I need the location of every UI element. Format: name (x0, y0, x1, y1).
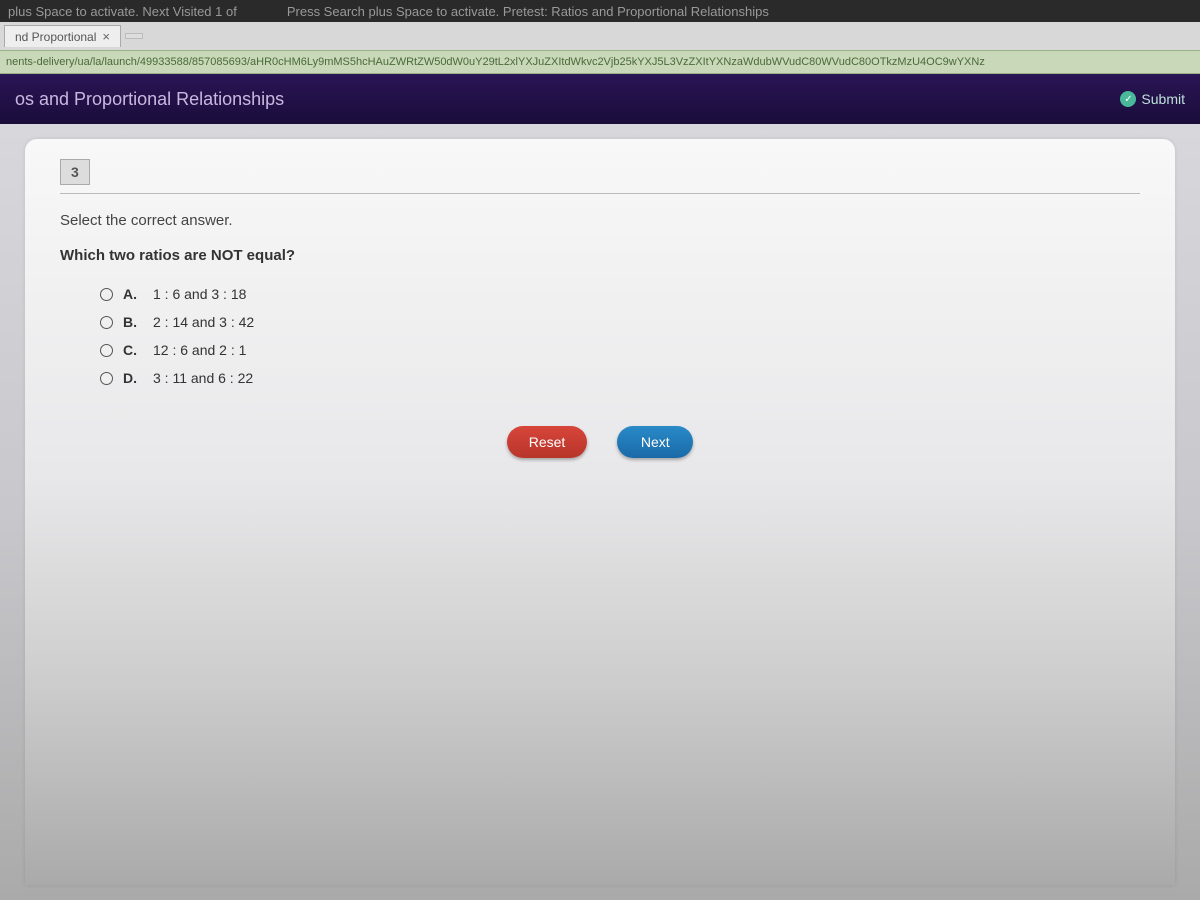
option-a[interactable]: A. 1 : 6 and 3 : 18 (100, 286, 1140, 302)
option-c[interactable]: C. 12 : 6 and 2 : 1 (100, 342, 1140, 358)
reset-button[interactable]: Reset (507, 426, 588, 458)
option-text: 3 : 11 and 6 : 22 (153, 370, 253, 386)
assessment-header: os and Proportional Relationships Submit (0, 74, 1200, 124)
option-d[interactable]: D. 3 : 11 and 6 : 22 (100, 370, 1140, 386)
option-letter: D. (123, 370, 139, 386)
question-instruction: Select the correct answer. (60, 212, 1140, 229)
url-bar[interactable]: nents-delivery/ua/la/launch/49933588/857… (0, 50, 1200, 74)
question-card: 3 Select the correct answer. Which two r… (25, 139, 1175, 885)
radio-icon[interactable] (100, 344, 113, 357)
option-letter: C. (123, 342, 139, 358)
accessibility-text-right: Press Search plus Space to activate. Pre… (287, 4, 769, 19)
option-letter: B. (123, 314, 139, 330)
submit-label: Submit (1141, 91, 1185, 107)
new-tab-button[interactable] (125, 33, 143, 39)
submit-button[interactable]: Submit (1120, 91, 1185, 107)
option-text: 1 : 6 and 3 : 18 (153, 286, 246, 302)
radio-icon[interactable] (100, 316, 113, 329)
option-letter: A. (123, 286, 139, 302)
option-text: 12 : 6 and 2 : 1 (153, 342, 246, 358)
question-number: 3 (60, 159, 90, 185)
radio-icon[interactable] (100, 372, 113, 385)
options-group: A. 1 : 6 and 3 : 18 B. 2 : 14 and 3 : 42… (100, 286, 1140, 386)
next-button[interactable]: Next (617, 426, 693, 458)
close-icon[interactable]: × (102, 29, 110, 44)
action-buttons: Reset Next (60, 426, 1140, 458)
page-title: os and Proportional Relationships (15, 89, 284, 110)
url-text: nents-delivery/ua/la/launch/49933588/857… (6, 56, 985, 68)
question-header: 3 (60, 159, 1140, 194)
accessibility-text-left: plus Space to activate. Next Visited 1 o… (8, 4, 237, 19)
option-b[interactable]: B. 2 : 14 and 3 : 42 (100, 314, 1140, 330)
radio-icon[interactable] (100, 288, 113, 301)
tab-title: nd Proportional (15, 30, 96, 44)
content-wrapper: 3 Select the correct answer. Which two r… (0, 124, 1200, 900)
option-text: 2 : 14 and 3 : 42 (153, 314, 254, 330)
accessibility-bar: plus Space to activate. Next Visited 1 o… (0, 0, 1200, 22)
browser-tab[interactable]: nd Proportional × (4, 25, 121, 47)
question-text: Which two ratios are NOT equal? (60, 247, 1140, 264)
browser-tab-bar: nd Proportional × (0, 22, 1200, 50)
